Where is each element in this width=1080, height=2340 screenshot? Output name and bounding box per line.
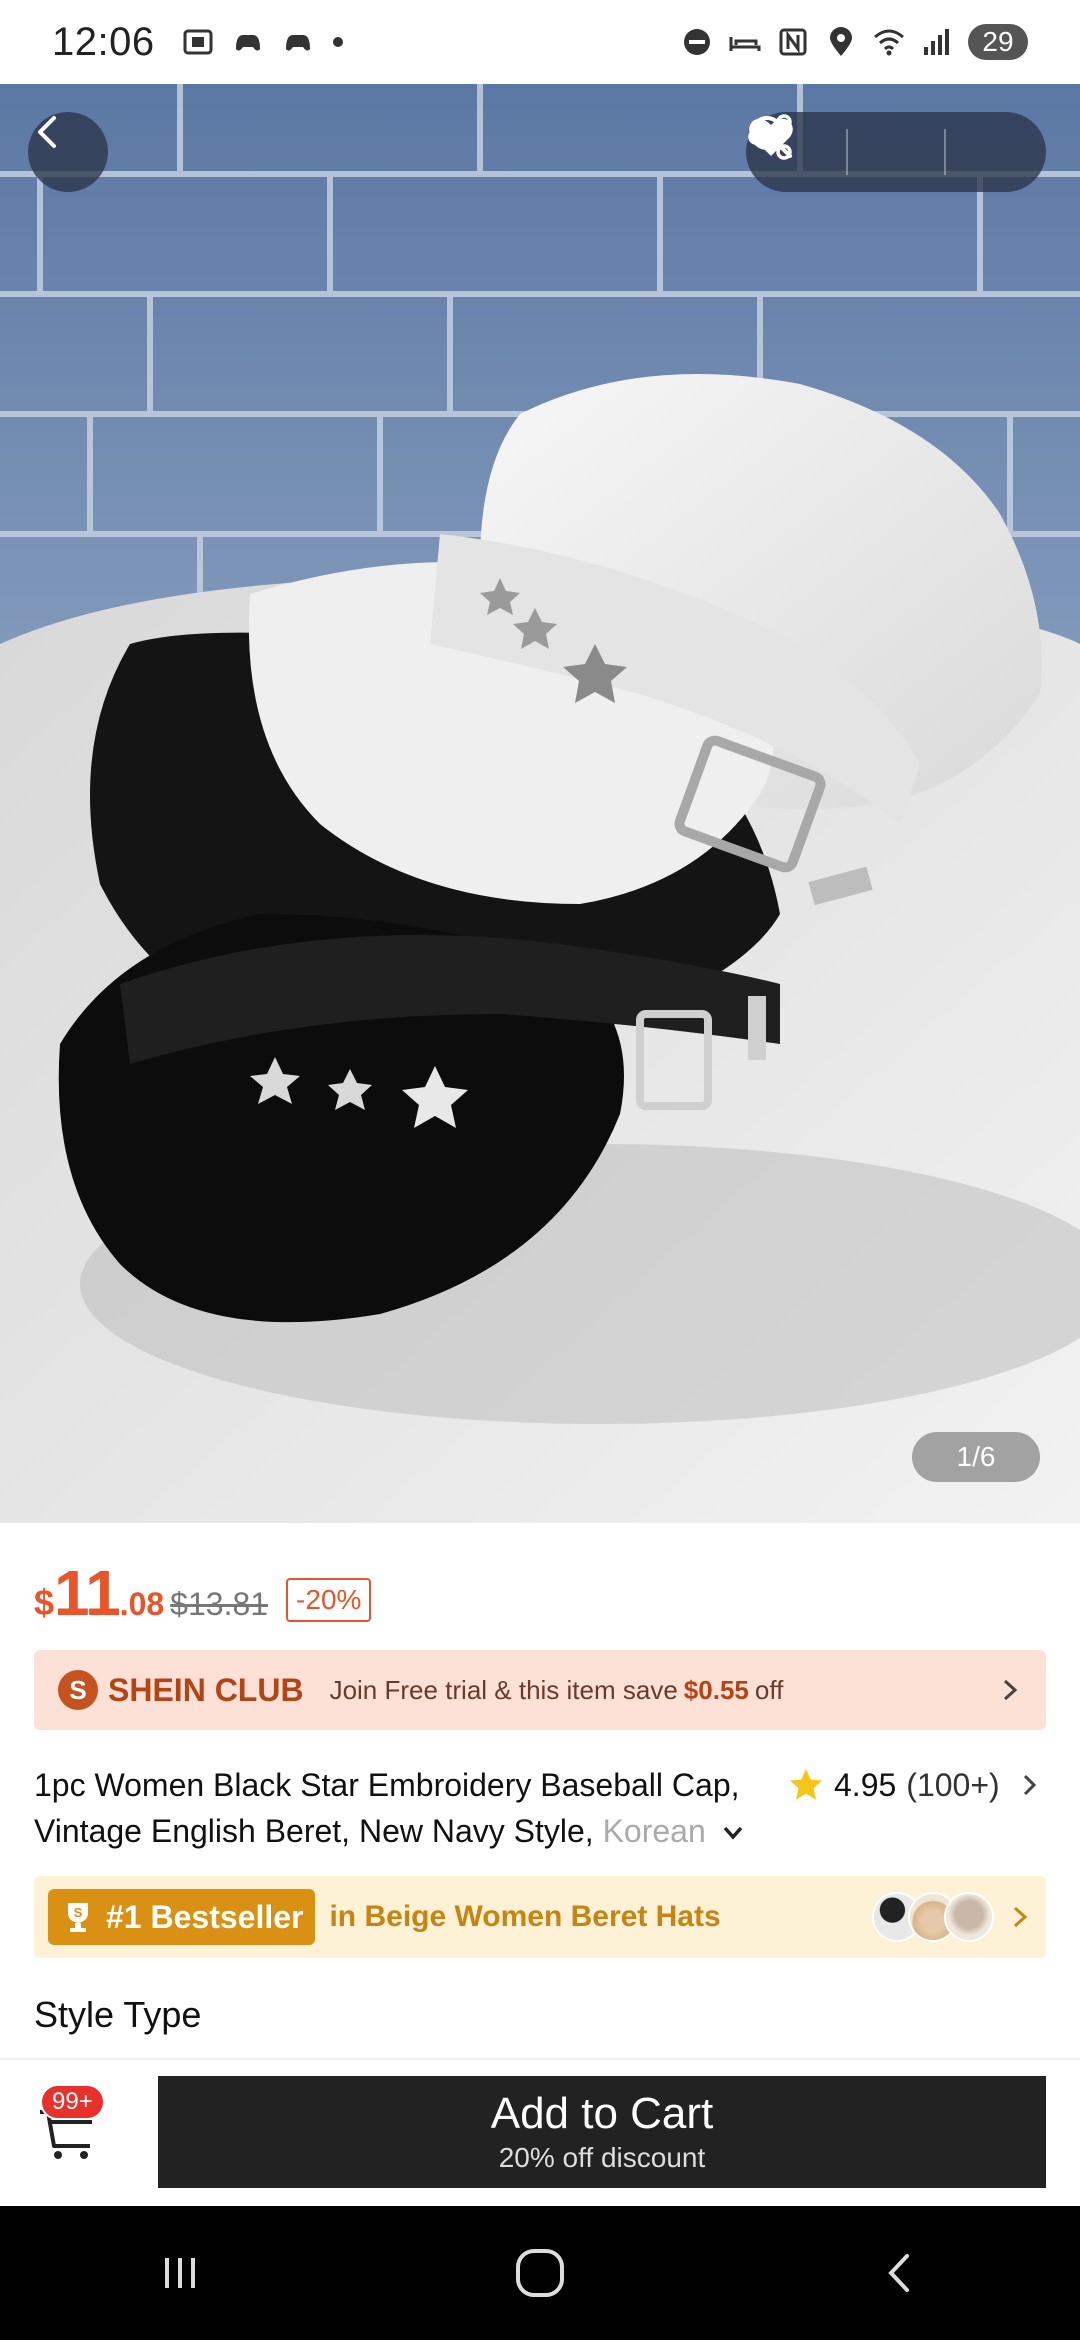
price-decimal: .08 (119, 1586, 165, 1622)
dnd-icon (684, 29, 710, 55)
status-system-icons: 29 (680, 24, 1028, 60)
home-icon (516, 2249, 564, 2297)
recents-button[interactable] (120, 2233, 240, 2313)
system-back-button[interactable] (840, 2233, 960, 2313)
location-icon (830, 27, 852, 56)
shein-club-banner[interactable]: S SHEIN CLUB Join Free trial & this item… (34, 1650, 1046, 1730)
wishlist-button[interactable] (749, 117, 931, 187)
club-logo-icon: S (58, 1670, 98, 1710)
bestseller-thumbnails (872, 1892, 1032, 1942)
rating-summary[interactable]: 4.95 (100+) (788, 1762, 1040, 1808)
original-price: $13.81 (170, 1586, 269, 1622)
game-icon (285, 35, 310, 51)
product-image-carousel[interactable]: 1/6 (0, 84, 1080, 1523)
price-row: $ 11 .08 $13.81 -20% (34, 1556, 372, 1630)
status-bar: 12:06 29 (0, 0, 1080, 84)
toolbar-divider (845, 129, 848, 175)
status-time: 12:06 (52, 19, 155, 64)
discount-badge: -20% (286, 1578, 372, 1622)
bestseller-category: in Beige Women Beret Hats (329, 1900, 721, 1933)
battery-indicator: 29 (968, 24, 1028, 60)
bestseller-tag-label: #1 Bestseller (106, 1898, 304, 1935)
trophy-icon: S (68, 1903, 88, 1932)
chevron-right-icon (1013, 1906, 1028, 1928)
club-save-amount: $0.55 (683, 1674, 749, 1705)
review-count: (100+) (906, 1766, 1000, 1803)
toolbar-divider (944, 129, 947, 175)
nfc-icon (779, 28, 807, 56)
product-photo (0, 84, 1080, 1523)
back-icon (38, 116, 56, 148)
home-button[interactable] (480, 2233, 600, 2313)
club-offer-text: Join Free trial & this item save (329, 1674, 678, 1705)
cart-count-badge: 99+ (40, 2084, 105, 2120)
share-icon (748, 114, 792, 160)
product-title[interactable]: 1pc Women Black Star Embroidery Baseball… (34, 1762, 774, 1854)
club-offer-suffix: off (754, 1674, 784, 1705)
bestseller-banner[interactable]: S #1 Bestseller in Beige Women Beret Hat… (34, 1876, 1046, 1958)
add-to-cart-discount-note: 20% off discount (498, 2142, 706, 2173)
wifi-icon (874, 29, 904, 56)
expand-title-icon[interactable] (718, 1818, 748, 1848)
chevron-right-icon (1023, 1774, 1036, 1796)
sleep-icon (729, 37, 761, 51)
signal-icon (924, 29, 949, 55)
club-name: SHEIN CLUB (108, 1671, 304, 1708)
dot-icon (332, 37, 343, 47)
style-type-heading: Style Type (34, 1994, 202, 2035)
rating-score: 4.95 (834, 1766, 897, 1803)
image-counter: 1/6 (912, 1432, 1040, 1482)
back-button[interactable] (28, 112, 108, 192)
star-icon (790, 1769, 822, 1800)
system-back-icon (888, 2254, 909, 2292)
game-icon (235, 35, 260, 51)
add-to-cart-button[interactable]: Add to Cart 20% off discount (158, 2076, 1046, 2188)
chevron-right-icon (1003, 1679, 1018, 1701)
system-nav-bar (0, 2206, 1080, 2340)
bestseller-tag: S #1 Bestseller (48, 1889, 316, 1945)
recents-icon (165, 2258, 195, 2288)
share-button[interactable] (748, 114, 1029, 187)
add-to-cart-label: Add to Cart (490, 2089, 714, 2138)
bottom-bar-divider (0, 2058, 1080, 2060)
screenshot-icon (183, 29, 213, 55)
product-title-truncated: Korean (602, 1813, 706, 1849)
status-notification-icons (181, 25, 345, 59)
price-currency: $ (34, 1582, 55, 1623)
price-integer: 11 (54, 1557, 121, 1629)
image-toolbar (746, 112, 1046, 192)
thumbnail-image (944, 1892, 994, 1942)
svg-text:S: S (74, 1905, 83, 1920)
